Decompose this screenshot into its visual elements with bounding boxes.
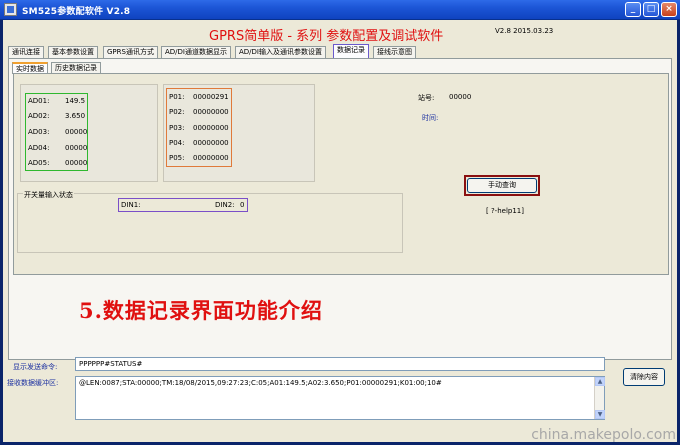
send-command-field[interactable]: PPPPPP#STATUS# xyxy=(75,357,605,371)
time-label: 时间: xyxy=(422,114,439,122)
din2-label: DIN2: xyxy=(215,201,235,209)
ad05-value: 00000 xyxy=(65,159,88,167)
p04-label: P04: xyxy=(169,139,185,147)
scroll-up-icon[interactable]: ▲ xyxy=(595,377,605,386)
p02-label: P02: xyxy=(169,108,185,116)
manual-query-button[interactable]: 手动查询 xyxy=(467,178,537,193)
caption-text: 5.数据记录界面功能介绍 xyxy=(79,298,323,323)
ad04-label: AD04: xyxy=(28,144,50,152)
p01-value: 00000291 xyxy=(193,93,229,101)
din2-value: 0 xyxy=(240,201,245,209)
ad01-label: AD01: xyxy=(28,97,50,105)
ad02-value: 3.650 xyxy=(65,112,86,120)
minimize-button[interactable]: _ xyxy=(625,2,641,17)
title-bar[interactable]: SM525参数配软件 V2.8 _ □ × xyxy=(0,0,680,20)
app-icon xyxy=(4,3,17,16)
scroll-down-icon[interactable]: ▼ xyxy=(595,410,605,419)
tab-data-record[interactable]: 数据记录 xyxy=(333,44,369,59)
p02-value: 00000000 xyxy=(193,108,229,116)
app-header-title: GPRS简单版 - 系列 参数配置及调试软件 xyxy=(209,29,444,44)
switch-input-title: 开关量输入状态 xyxy=(23,190,74,200)
client-area: GPRS简单版 - 系列 参数配置及调试软件 V2.8 2015.03.23 通… xyxy=(3,20,677,442)
ad01-value: 149.5 xyxy=(65,97,86,105)
receive-buffer-field[interactable]: @LEN:0087;STA:00000;TM:18/08/2015,09:27:… xyxy=(75,376,605,420)
receive-buffer-label: 接收数据缓冲区: xyxy=(7,379,59,387)
close-button[interactable]: × xyxy=(661,2,677,17)
p03-label: P03: xyxy=(169,124,185,132)
p01-label: P01: xyxy=(169,93,185,101)
watermark: china.makepolo.com xyxy=(531,427,676,443)
help-label: [ ?-help11] xyxy=(486,207,524,215)
p05-value: 00000000 xyxy=(193,154,229,162)
clear-content-button[interactable]: 清除内容 xyxy=(623,368,665,386)
din1-label: DIN1: xyxy=(121,201,141,209)
version-label: V2.8 2015.03.23 xyxy=(495,27,554,35)
station-value: 00000 xyxy=(449,93,472,101)
station-label: 站号: xyxy=(418,94,435,102)
p04-value: 00000000 xyxy=(193,139,229,147)
receive-buffer-text: @LEN:0087;STA:00000;TM:18/08/2015,09:27:… xyxy=(79,379,442,387)
receive-scrollbar[interactable]: ▲ ▼ xyxy=(594,377,605,419)
ad03-label: AD03: xyxy=(28,128,50,136)
ad04-value: 00000 xyxy=(65,144,88,152)
ad03-value: 00000 xyxy=(65,128,88,136)
p03-value: 00000000 xyxy=(193,124,229,132)
app-window: SM525参数配软件 V2.8 _ □ × GPRS简单版 - 系列 参数配置及… xyxy=(0,0,680,445)
send-command-label: 显示发送命令: xyxy=(13,363,58,371)
window-title: SM525参数配软件 V2.8 xyxy=(22,7,131,17)
p05-label: P05: xyxy=(169,154,185,162)
ad02-label: AD02: xyxy=(28,112,50,120)
maximize-button[interactable]: □ xyxy=(643,2,659,17)
ad05-label: AD05: xyxy=(28,159,50,167)
